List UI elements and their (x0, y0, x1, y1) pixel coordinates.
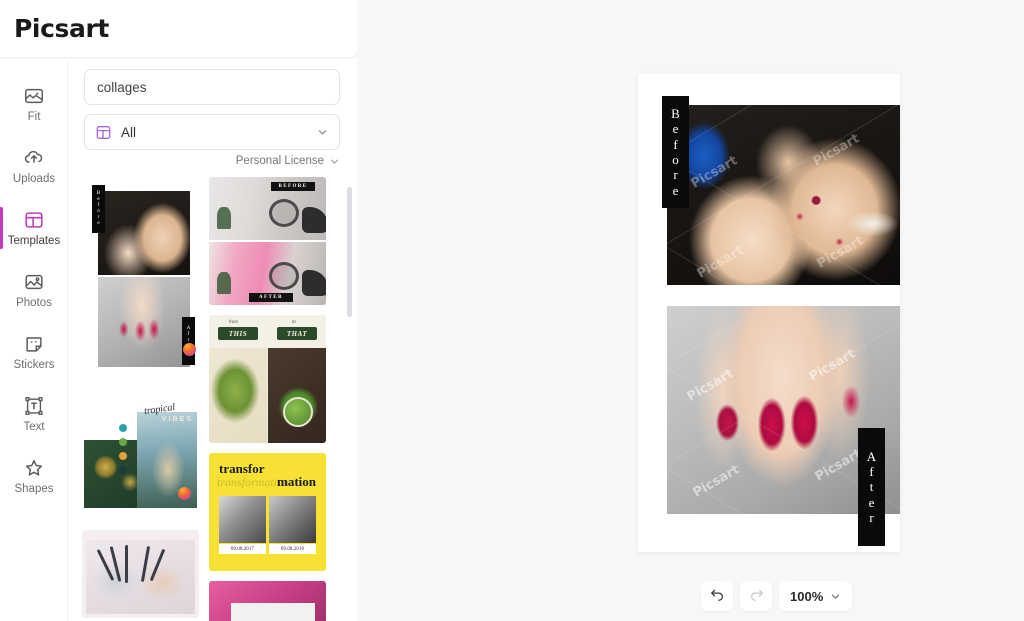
sidebar-item-label: Text (23, 420, 45, 433)
thumb-sub-text: VIBES (162, 416, 194, 423)
sidebar-item-uploads[interactable]: Uploads (0, 135, 68, 197)
sidebar-item-label: Shapes (14, 482, 54, 495)
canvas-before-photo[interactable]: Picsart Picsart Picsart Picsart (667, 105, 900, 285)
thumb-to-label: to (292, 319, 296, 324)
thumb-photo-after (98, 277, 190, 367)
undo-icon (709, 585, 726, 607)
templates-panel: collages All Personal License B e f o r … (68, 59, 357, 621)
sidebar-item-label: Fit (27, 110, 41, 123)
thumb-date-1: 09.08.2017 (219, 544, 266, 554)
sidebar-item-templates[interactable]: Templates (0, 197, 68, 259)
canvas-label-before[interactable]: Before (662, 96, 689, 208)
design-canvas[interactable]: Picsart Picsart Picsart Picsart Picsart … (638, 74, 900, 552)
app-header: Picsart (0, 0, 357, 58)
chevron-down-icon (329, 156, 340, 167)
chair (269, 262, 299, 290)
thumb-tag-after: AFTER (249, 293, 293, 302)
template-card-tropical-collage[interactable]: tropical VIBES (82, 392, 199, 520)
thumb-that-label: THAT (277, 327, 317, 340)
before-image (667, 105, 900, 285)
sidebar-item-stickers[interactable]: Stickers (0, 321, 68, 383)
template-grid: Before After tropical VIBES (68, 177, 357, 621)
plant (217, 207, 231, 229)
thumb-food-left (209, 348, 267, 443)
plant (217, 272, 231, 294)
chair (302, 270, 326, 296)
sidebar-item-fit[interactable]: Fit (0, 73, 68, 135)
palette-dot (119, 424, 127, 432)
canvas-stage[interactable]: Picsart Picsart Picsart Picsart Picsart … (357, 0, 1024, 621)
template-card-makeup-brushes[interactable] (82, 530, 199, 618)
sidebar-item-label: Templates (7, 234, 61, 247)
thumb-flower-card (231, 603, 315, 621)
thumb-this-label: THIS (218, 327, 258, 340)
fit-icon (23, 85, 45, 107)
category-label: All (121, 124, 137, 140)
templates-icon (23, 209, 45, 231)
canvas-label-after[interactable]: After (858, 428, 885, 546)
stickers-icon (23, 333, 45, 355)
canvas-toolbar: 100% (701, 581, 853, 611)
undo-button[interactable] (701, 581, 733, 611)
shapes-icon (23, 457, 45, 479)
template-card-before-after-nails[interactable]: Before After (82, 177, 199, 382)
thumb-tag-before: BEFORE (271, 182, 315, 191)
sidebar-item-label: Uploads (12, 172, 56, 185)
layout-grid-icon (96, 125, 111, 140)
redo-button[interactable] (740, 581, 772, 611)
palette-dot (119, 466, 127, 474)
panel-scrollbar-track[interactable] (347, 181, 352, 613)
palette-dot (119, 438, 127, 446)
picsart-logo[interactable]: Picsart (14, 14, 109, 43)
template-card-before-after-room[interactable]: BEFORE AFTER (209, 177, 326, 305)
thumb-dog-photo-2 (269, 496, 316, 543)
zoom-level-selector[interactable]: 100% (779, 581, 853, 611)
thumb-brush-photo (86, 540, 195, 614)
thumb-photo-before (98, 191, 190, 275)
sidebar-item-photos[interactable]: Photos (0, 259, 68, 321)
thumb-title-line1: transfor (219, 461, 265, 476)
thumb-dog-photo-1 (219, 496, 266, 543)
tool-sidebar: Fit Uploads Templates Photos Stickers Te… (0, 59, 68, 621)
premium-badge-icon (178, 487, 191, 500)
thumb-label-after: After (182, 317, 195, 365)
chair (269, 199, 299, 227)
brush (125, 545, 128, 583)
photos-icon (23, 271, 45, 293)
panel-scrollbar[interactable] (347, 187, 352, 317)
license-label: Personal License (235, 155, 324, 167)
template-card-from-this-to-that[interactable]: from THIS to THAT (209, 315, 326, 443)
text-icon (23, 395, 45, 417)
sidebar-item-shapes[interactable]: Shapes (0, 445, 68, 507)
sidebar-item-text[interactable]: Text (0, 383, 68, 445)
search-input[interactable]: collages (84, 69, 340, 105)
chair (302, 207, 326, 233)
thumb-from-label: from (229, 319, 238, 324)
food-bowl-green (283, 397, 313, 427)
license-selector[interactable]: Personal License (236, 155, 340, 167)
upload-icon (23, 147, 45, 169)
template-grid-column-left: Before After tropical VIBES (82, 177, 199, 621)
palette-dot (119, 452, 127, 460)
template-card-pink-flowers[interactable] (209, 581, 326, 621)
thumb-label-before: Before (92, 185, 105, 233)
redo-icon (748, 585, 765, 607)
picsart-editor: Picsart Fit Uploads Templates Photos Sti… (0, 0, 1024, 621)
template-card-transformation[interactable]: transfor mation transfor mation 09.08.201… (209, 453, 326, 571)
premium-badge-icon (183, 343, 196, 356)
sidebar-item-label: Stickers (13, 358, 55, 371)
zoom-level-label: 100% (790, 588, 824, 604)
sidebar-item-label: Photos (16, 296, 52, 309)
thumb-title-line2: mation (277, 474, 316, 490)
chevron-down-icon (830, 591, 841, 602)
thumb-date-2: 09.08.2018 (269, 544, 316, 554)
thumb-food-right (268, 348, 326, 443)
template-grid-column-right: BEFORE AFTER from THIS to THAT transform… (209, 177, 326, 621)
category-dropdown[interactable]: All (84, 114, 340, 150)
chevron-down-icon (317, 127, 328, 138)
thumb-title: transfor mation (219, 462, 316, 489)
